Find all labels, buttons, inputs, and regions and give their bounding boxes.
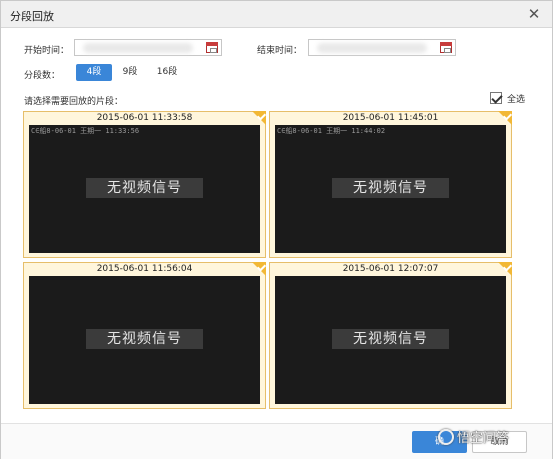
calendar-icon[interactable] — [440, 42, 452, 53]
select-all-label[interactable]: 全选 — [507, 92, 525, 105]
dialog-titlebar: 分段回放 ✕ — [1, 1, 552, 28]
segments-label: 分段数： — [24, 71, 61, 81]
watermark-text: 悟空问答 — [457, 431, 510, 446]
video-osd-text: C∈船8-06-01 王期一 11:44:02 — [277, 127, 386, 135]
video-preview: C∈船8-06-01 王期一 11:33:56 无视频信号 — [29, 125, 260, 253]
tile-timestamp: 2015-06-01 12:07:07 — [342, 264, 439, 274]
video-osd-text: C∈船8-06-01 王期一 11:33:56 — [31, 127, 140, 135]
dialog-title: 分段回放 — [10, 10, 54, 23]
tile-timestamp: 2015-06-01 11:33:58 — [96, 113, 193, 123]
start-time-value-blurred — [83, 43, 193, 53]
segment-tile-3[interactable]: 2015-06-01 11:56:04 无视频信号 — [23, 262, 267, 409]
no-signal-text: 无视频信号 — [86, 329, 203, 349]
no-signal-text: 无视频信号 — [332, 329, 449, 349]
watermark: 悟空问答 — [438, 427, 509, 446]
segment-playback-dialog: 分段回放 ✕ 开始时间： 结束时间： 分段数： 4段 9段 16段 请选择需要回… — [0, 0, 553, 459]
end-time-value-blurred — [317, 43, 427, 53]
choose-segments-label: 请选择需要回放的片段： — [24, 97, 124, 107]
segment-tile-4[interactable]: 2015-06-01 12:07:07 无视频信号 — [269, 262, 513, 409]
select-all-checkbox[interactable] — [490, 92, 502, 104]
segment-tile-2[interactable]: 2015-06-01 11:45:01 C∈船8-06-01 王期一 11:44… — [269, 111, 513, 258]
segment-tile-1[interactable]: 2015-06-01 11:33:58 C∈船8-06-01 王期一 11:33… — [23, 111, 267, 258]
tile-timestamp: 2015-06-01 11:45:01 — [342, 113, 439, 123]
tile-timestamp: 2015-06-01 11:56:04 — [96, 264, 193, 274]
no-signal-text: 无视频信号 — [332, 178, 449, 198]
video-preview: 无视频信号 — [29, 276, 260, 404]
start-time-field[interactable] — [74, 39, 222, 56]
segment-option-4[interactable]: 4段 — [76, 64, 112, 81]
close-icon[interactable]: ✕ — [524, 4, 544, 24]
video-preview: C∈船8-06-01 王期一 11:44:02 无视频信号 — [275, 125, 506, 253]
end-time-field[interactable] — [308, 39, 456, 56]
no-signal-text: 无视频信号 — [86, 178, 203, 198]
calendar-icon[interactable] — [206, 42, 218, 53]
end-time-label: 结束时间： — [257, 46, 303, 56]
segment-option-9[interactable]: 9段 — [118, 64, 142, 81]
segment-option-16[interactable]: 16段 — [152, 64, 182, 81]
watermark-logo-icon — [438, 429, 454, 445]
start-time-label: 开始时间： — [24, 46, 70, 56]
video-preview: 无视频信号 — [275, 276, 506, 404]
